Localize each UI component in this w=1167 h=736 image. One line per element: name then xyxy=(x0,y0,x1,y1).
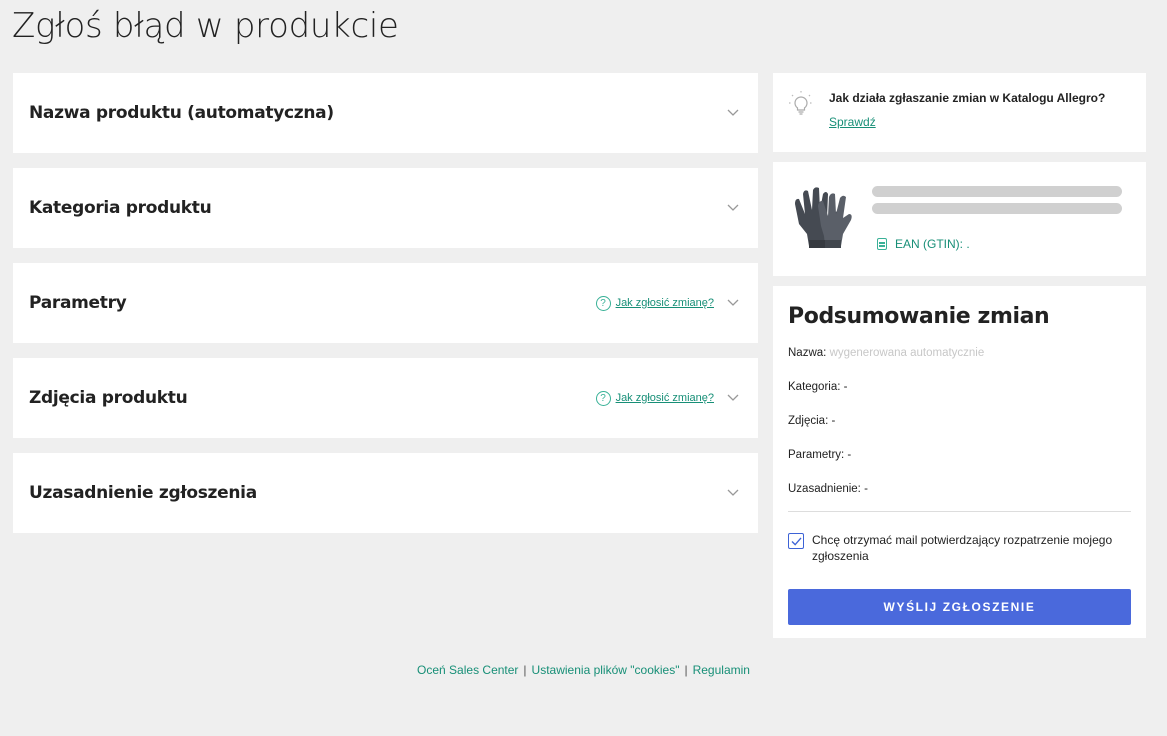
section-title: Nazwa produktu (automatyczna) xyxy=(29,103,334,123)
section-title: Zdjęcia produktu xyxy=(29,388,188,408)
section-title: Uzasadnienie zgłoszenia xyxy=(29,483,257,503)
section-photos[interactable]: Zdjęcia produktu ? Jak zgłosić zmianę? xyxy=(13,358,758,438)
summary-row-category: Kategoria: - xyxy=(788,381,848,393)
section-parameters[interactable]: Parametry ? Jak zgłosić zmianę? xyxy=(13,263,758,343)
consent-checkbox[interactable] xyxy=(788,533,804,549)
summary-name-label: Nazwa: xyxy=(788,347,827,359)
section-justification[interactable]: Uzasadnienie zgłoszenia xyxy=(13,453,758,533)
product-image xyxy=(795,187,852,248)
footer: Oceń Sales Center | Ustawienia plików "coo… xyxy=(0,663,1167,677)
checkmark-icon xyxy=(791,536,802,546)
help-link-label[interactable]: Jak zgłosić zmianę? xyxy=(616,297,714,309)
summary-title: Podsumowanie zmian xyxy=(788,304,1050,329)
sidebar: Jak działa zgłaszanie zmian w Katalogu A… xyxy=(773,73,1146,648)
info-text: Jak działa zgłaszanie zmian w Katalogu A… xyxy=(829,91,1106,105)
chevron-down-icon[interactable] xyxy=(726,391,740,405)
footer-separator: | xyxy=(523,663,527,677)
product-title-placeholder xyxy=(872,186,1122,197)
summary-card: Podsumowanie zmian Nazwa: wygenerowana a… xyxy=(773,286,1146,638)
consent-option[interactable]: Chcę otrzymać mail potwierdzający rozpat… xyxy=(788,532,1132,564)
terms-link[interactable]: Regulamin xyxy=(693,663,750,677)
product-title-placeholder xyxy=(872,203,1122,214)
summary-name-value: wygenerowana automatycznie xyxy=(829,347,985,359)
ean-info: EAN (GTIN): . xyxy=(877,237,970,251)
section-product-name[interactable]: Nazwa produktu (automatyczna) xyxy=(13,73,758,153)
page-title: Zgłoś błąd w produkcie xyxy=(12,6,399,46)
footer-separator: | xyxy=(684,663,688,677)
summary-row-photos: Zdjęcia: - xyxy=(788,415,836,427)
help-link-label[interactable]: Jak zgłosić zmianę? xyxy=(616,392,714,404)
chevron-down-icon[interactable] xyxy=(726,296,740,310)
form-sections: Nazwa produktu (automatyczna) Kategoria … xyxy=(13,73,758,548)
info-content: Jak działa zgłaszanie zmian w Katalogu A… xyxy=(829,89,1105,136)
rate-link[interactable]: Oceń Sales Center xyxy=(417,663,518,677)
consent-label: Chcę otrzymać mail potwierdzający rozpat… xyxy=(812,533,1113,563)
help-link[interactable]: ? Jak zgłosić zmianę? xyxy=(595,390,714,406)
section-category[interactable]: Kategoria produktu xyxy=(13,168,758,248)
lightbulb-icon xyxy=(787,89,815,117)
section-title: Kategoria produktu xyxy=(29,198,212,218)
check-link[interactable]: Sprawdź xyxy=(829,115,876,129)
question-icon: ? xyxy=(595,390,611,406)
ean-label: EAN (GTIN): . xyxy=(895,237,970,251)
section-title: Parametry xyxy=(29,293,127,313)
summary-row-name: Nazwa: wygenerowana automatycznie xyxy=(788,347,1131,381)
divider xyxy=(788,511,1131,512)
info-card: Jak działa zgłaszanie zmian w Katalogu A… xyxy=(773,73,1146,152)
cookies-link[interactable]: Ustawienia plików "cookies" xyxy=(532,663,680,677)
chevron-down-icon[interactable] xyxy=(726,486,740,500)
question-icon: ? xyxy=(595,295,611,311)
document-icon xyxy=(877,238,887,250)
submit-button[interactable]: WYŚLIJ ZGŁOSZENIE xyxy=(788,589,1131,625)
chevron-down-icon[interactable] xyxy=(726,201,740,215)
product-card: EAN (GTIN): . xyxy=(773,162,1146,276)
help-link[interactable]: ? Jak zgłosić zmianę? xyxy=(595,295,714,311)
summary-row-params: Parametry: - xyxy=(788,449,852,461)
chevron-down-icon[interactable] xyxy=(726,106,740,120)
